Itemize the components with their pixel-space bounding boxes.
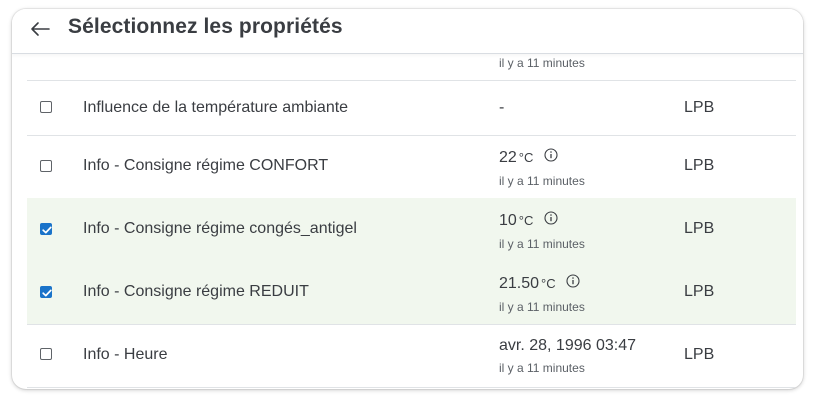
dialog-title: Sélectionnez les propriétés [68, 15, 343, 38]
property-updated: il y a 11 minutes [499, 174, 585, 188]
dialog-header: Sélectionnez les propriétés [12, 9, 803, 54]
property-updated: il y a 11 minutes [499, 300, 585, 314]
info-circle-icon[interactable] [544, 211, 558, 225]
property-value: 21.50 °C [499, 274, 580, 293]
property-checkbox[interactable] [40, 101, 52, 113]
property-source: LPB [684, 157, 715, 174]
property-updated: il y a 11 minutes [499, 56, 585, 70]
info-circle-icon[interactable] [566, 274, 580, 288]
property-unit: °C [518, 150, 534, 165]
back-button[interactable] [26, 14, 54, 44]
property-value: - [499, 99, 504, 117]
arrow-left-icon [31, 22, 50, 36]
property-name: Info - Consigne régime congés_antigel [83, 220, 357, 237]
property-name: Info - Consigne régime REDUIT [83, 283, 309, 300]
checkmark-icon [42, 226, 52, 234]
property-row[interactable]: Info - Consigne régime REDUIT 21.50 °C il… [27, 261, 796, 325]
property-name: Influence de la température ambiante [83, 99, 349, 116]
property-checkbox[interactable] [40, 223, 52, 235]
property-value-number: - [499, 99, 505, 116]
property-value-number: 22 [499, 149, 517, 166]
property-value: 22 °C [499, 148, 558, 167]
property-unit: °C [541, 276, 556, 291]
property-source: LPB [684, 99, 715, 116]
property-value: avr. 28, 1996 03:47 [499, 337, 636, 355]
property-unit: °C [518, 213, 534, 228]
property-updated: il y a 11 minutes [499, 237, 585, 251]
select-properties-dialog: Sélectionnez les propriétés il y a 11 mi… [12, 9, 803, 389]
property-name: Info - Heure [83, 346, 168, 363]
property-name: Info - Consigne régime CONFORT [83, 157, 329, 174]
property-row[interactable]: Info - Heure avr. 28, 1996 03:47 il y a … [27, 324, 796, 388]
checkmark-icon [42, 289, 52, 297]
property-checkbox[interactable] [40, 160, 52, 172]
property-updated: il y a 11 minutes [499, 361, 585, 375]
property-row[interactable]: Info - Consigne régime congés_antigel 10… [27, 198, 796, 262]
info-circle-icon[interactable] [544, 148, 558, 162]
property-source: LPB [684, 220, 715, 237]
property-value: 10 °C [499, 211, 558, 230]
property-checkbox[interactable] [40, 286, 52, 298]
property-source: LPB [684, 346, 715, 363]
property-checkbox[interactable] [40, 348, 52, 360]
property-row[interactable]: Influence de la température ambiante - L… [27, 80, 796, 136]
property-row[interactable]: Info - Consigne régime CONFORT 22 °C il y… [27, 135, 796, 199]
property-value-number: avr. 28, 1996 03:47 [499, 337, 636, 354]
property-source: LPB [684, 283, 715, 300]
property-value-number: 21.50 [499, 275, 540, 292]
property-value-number: 10 [499, 212, 517, 229]
